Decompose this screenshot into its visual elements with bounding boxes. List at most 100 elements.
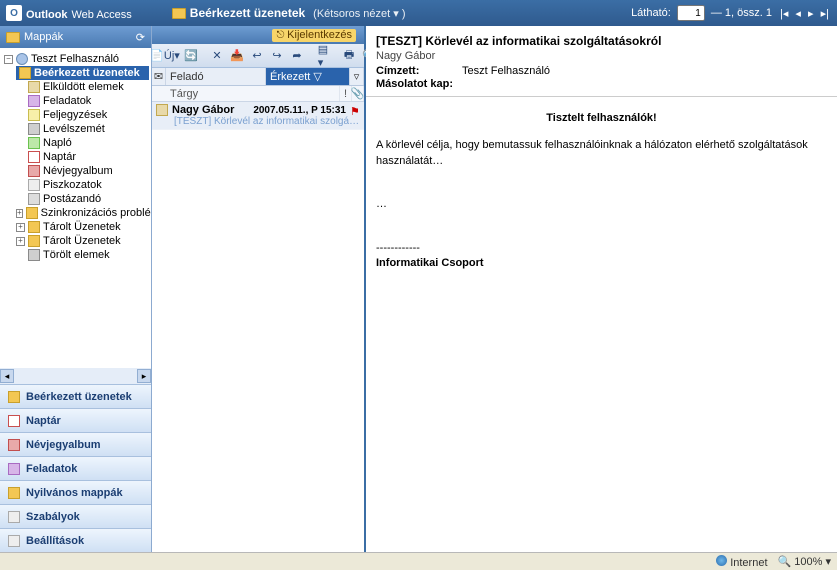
tree-calendar[interactable]: Naptár — [16, 150, 149, 164]
settings-icon — [8, 535, 20, 547]
body-paragraph: A körlevél célja, hogy bemutassuk felhas… — [376, 138, 827, 169]
tree-journal[interactable]: Napló — [16, 136, 149, 150]
tree-stored[interactable]: +Tárolt Üzenetek — [16, 220, 149, 234]
tree-contacts[interactable]: Névjegyalbum — [16, 164, 149, 178]
logout-bar: ⎋ Kijelentkezés — [152, 26, 364, 44]
refresh-button[interactable]: 🔄 — [182, 47, 200, 65]
logo: O Outlook Web Access — [6, 5, 132, 21]
nav-arrows: |◂ ◂ ▸ ▸| — [778, 7, 831, 20]
header-right: Látható: — 1, össz. 1 |◂ ◂ ▸ ▸| — [631, 5, 831, 21]
nav-contacts[interactable]: Névjegyalbum — [0, 432, 151, 456]
view-button[interactable]: ▤ ▾ — [314, 47, 332, 65]
tree-junk[interactable]: Levélszemét — [16, 122, 149, 136]
print-button[interactable]: 🖶 — [340, 47, 358, 65]
status-bar: Internet 🔍 100% ▾ — [0, 552, 837, 570]
nav-public[interactable]: Nyilvános mappák — [0, 480, 151, 504]
nav-calendar[interactable]: Naptár — [0, 408, 151, 432]
contacts-icon — [8, 439, 20, 451]
to-label: Címzett: — [376, 65, 456, 77]
logo-icon: O — [6, 5, 22, 21]
tree-deleted[interactable]: Törölt elemek — [16, 248, 149, 262]
tree-tasks[interactable]: Feladatok — [16, 94, 149, 108]
tree-scroll: ◂ ▸ — [0, 368, 151, 384]
folder-icon — [6, 32, 20, 43]
drafts-icon — [28, 179, 40, 191]
left-column: Mappák ⟳ −Teszt Felhasználó Beérkezett ü… — [0, 26, 152, 552]
preview-subject: [TESZT] Körlevél az informatikai szolgál… — [376, 34, 827, 48]
message-from: Nagy Gábor — [172, 104, 249, 116]
reply-all-button[interactable]: ↪ — [268, 47, 286, 65]
last-page-icon[interactable]: ▸| — [819, 8, 831, 20]
scroll-left-icon[interactable]: ◂ — [0, 369, 14, 383]
rules-icon — [8, 511, 20, 523]
collapse-icon[interactable]: − — [4, 55, 13, 64]
notes-icon — [28, 109, 40, 121]
view-selector[interactable]: (Kétsoros nézet ▾ ) — [313, 7, 405, 20]
current-folder-title: Beérkezett üzenetek — [190, 6, 305, 20]
col-from[interactable]: Feladó — [166, 68, 266, 85]
expand-icon[interactable]: + — [16, 209, 23, 218]
move-button[interactable]: 📥 — [228, 47, 246, 65]
scroll-right-icon[interactable]: ▸ — [137, 369, 151, 383]
inbox-icon — [8, 391, 20, 403]
col-icon[interactable]: ✉ — [152, 68, 166, 85]
sent-icon — [28, 81, 40, 93]
tasks-icon — [28, 95, 40, 107]
message-date: 2007.05.11., P 15:31 — [253, 105, 346, 116]
tree-stored2[interactable]: +Tárolt Üzenetek — [16, 234, 149, 248]
expand-icon[interactable]: + — [16, 223, 25, 232]
message-item[interactable]: Nagy Gábor 2007.05.11., P 15:31 ⚑ [TESZT… — [152, 102, 364, 130]
preview-header: [TESZT] Körlevél az informatikai szolgál… — [366, 26, 837, 97]
zoom-level[interactable]: 🔍 100% ▾ — [778, 555, 831, 568]
prev-page-icon[interactable]: ◂ — [793, 8, 803, 20]
tree-journals[interactable]: Feljegyzések — [16, 108, 149, 122]
product-name: Outlook Web Access — [26, 5, 132, 21]
col-received[interactable]: Érkezett ▽ — [266, 68, 350, 85]
col-flag[interactable]: ▿ — [350, 68, 364, 85]
signature-separator: ------------ — [376, 241, 827, 256]
calendar-icon — [8, 415, 20, 427]
tree-drafts[interactable]: Piszkozatok — [16, 178, 149, 192]
folder-tree: −Teszt Felhasználó Beérkezett üzenetek (… — [0, 48, 151, 368]
folder-icon — [26, 207, 38, 219]
nav-bar: Beérkezett üzenetek Naptár Névjegyalbum … — [0, 384, 151, 552]
logout-button[interactable]: ⎋ Kijelentkezés — [272, 29, 356, 42]
tree-inbox[interactable]: Beérkezett üzenetek (1) — [16, 66, 149, 80]
folders-header: Mappák ⟳ — [0, 26, 151, 48]
list-toolbar: 📄Új ▾ 🔄 ✕ 📥 ↩ ↪ ➦ ▤ ▾ 🖶 🔍 ❔ Súgó — [152, 44, 364, 68]
trash-icon — [28, 249, 40, 261]
refresh-icon[interactable]: ⟳ — [136, 31, 145, 44]
nav-rules[interactable]: Szabályok — [0, 504, 151, 528]
tree-outbox[interactable]: Postázandó — [16, 192, 149, 206]
message-list-column: ⎋ Kijelentkezés 📄Új ▾ 🔄 ✕ 📥 ↩ ↪ ➦ ▤ ▾ 🖶 … — [152, 26, 366, 552]
col-subject[interactable]: Tárgy — [152, 86, 340, 101]
next-page-icon[interactable]: ▸ — [806, 8, 816, 20]
tree-root[interactable]: −Teszt Felhasználó — [4, 52, 149, 66]
preview-pane: [TESZT] Körlevél az informatikai szolgál… — [366, 26, 837, 552]
inbox-icon — [19, 67, 31, 79]
cc-label: Másolatot kap: — [376, 78, 456, 90]
nav-tasks[interactable]: Feladatok — [0, 456, 151, 480]
preview-from: Nagy Gábor — [376, 50, 827, 62]
list-header-row2: Tárgy ! 📎 — [152, 86, 364, 102]
forward-button[interactable]: ➦ — [288, 47, 306, 65]
to-value: Teszt Felhasználó — [462, 65, 550, 77]
visible-input[interactable] — [677, 5, 705, 21]
journal-icon — [28, 137, 40, 149]
tree-sync[interactable]: +Szinkronizációs problémák — [16, 206, 149, 220]
body-ellipsis: … — [376, 197, 827, 212]
nav-inbox[interactable]: Beérkezett üzenetek — [0, 384, 151, 408]
range-text: — 1, össz. 1 — [711, 7, 772, 19]
first-page-icon[interactable]: |◂ — [778, 8, 790, 20]
tree-sent[interactable]: Elküldött elemek — [16, 80, 149, 94]
nav-settings[interactable]: Beállítások — [0, 528, 151, 552]
expand-icon[interactable]: + — [16, 237, 25, 246]
new-button[interactable]: 📄Új ▾ — [156, 47, 174, 65]
mail-icon — [156, 104, 168, 116]
message-subject: [TESZT] Körlevél az informatikai szolgál… — [156, 116, 360, 127]
calendar-icon — [28, 151, 40, 163]
reply-button[interactable]: ↩ — [248, 47, 266, 65]
flag-icon[interactable]: ⚑ — [350, 105, 360, 115]
col-attachment[interactable]: 📎 — [352, 86, 364, 101]
delete-button[interactable]: ✕ — [208, 47, 226, 65]
